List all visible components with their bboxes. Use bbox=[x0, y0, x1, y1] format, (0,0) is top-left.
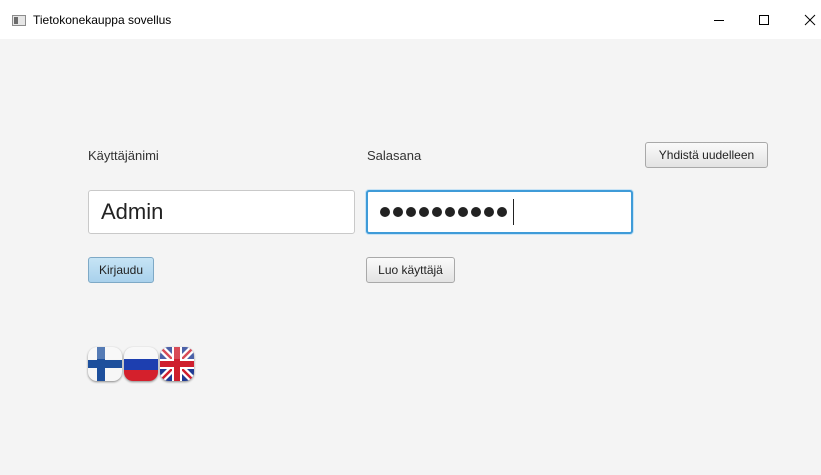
app-icon bbox=[12, 15, 26, 26]
maximize-icon bbox=[759, 14, 769, 25]
close-button[interactable] bbox=[787, 0, 821, 39]
username-field[interactable]: Admin bbox=[88, 190, 355, 234]
reconnect-button[interactable]: Yhdistä uudelleen bbox=[645, 142, 768, 168]
login-button[interactable]: Kirjaudu bbox=[88, 257, 154, 283]
password-masked-value bbox=[380, 199, 514, 225]
password-field[interactable] bbox=[366, 190, 633, 234]
finnish-flag-icon[interactable] bbox=[88, 347, 122, 381]
maximize-button[interactable] bbox=[741, 0, 787, 39]
username-label: Käyttäjänimi bbox=[88, 148, 159, 163]
username-value: Admin bbox=[101, 199, 164, 224]
close-icon bbox=[804, 14, 816, 25]
window-titlebar: Tietokonekauppa sovellus bbox=[0, 0, 821, 39]
text-caret bbox=[513, 199, 514, 225]
window-title: Tietokonekauppa sovellus bbox=[33, 13, 172, 27]
minimize-icon bbox=[714, 19, 724, 21]
password-label: Salasana bbox=[367, 148, 422, 163]
russian-flag-icon[interactable] bbox=[124, 347, 158, 381]
minimize-button[interactable] bbox=[696, 0, 742, 39]
british-flag-icon[interactable] bbox=[160, 347, 194, 381]
create-user-button[interactable]: Luo käyttäjä bbox=[366, 257, 455, 283]
